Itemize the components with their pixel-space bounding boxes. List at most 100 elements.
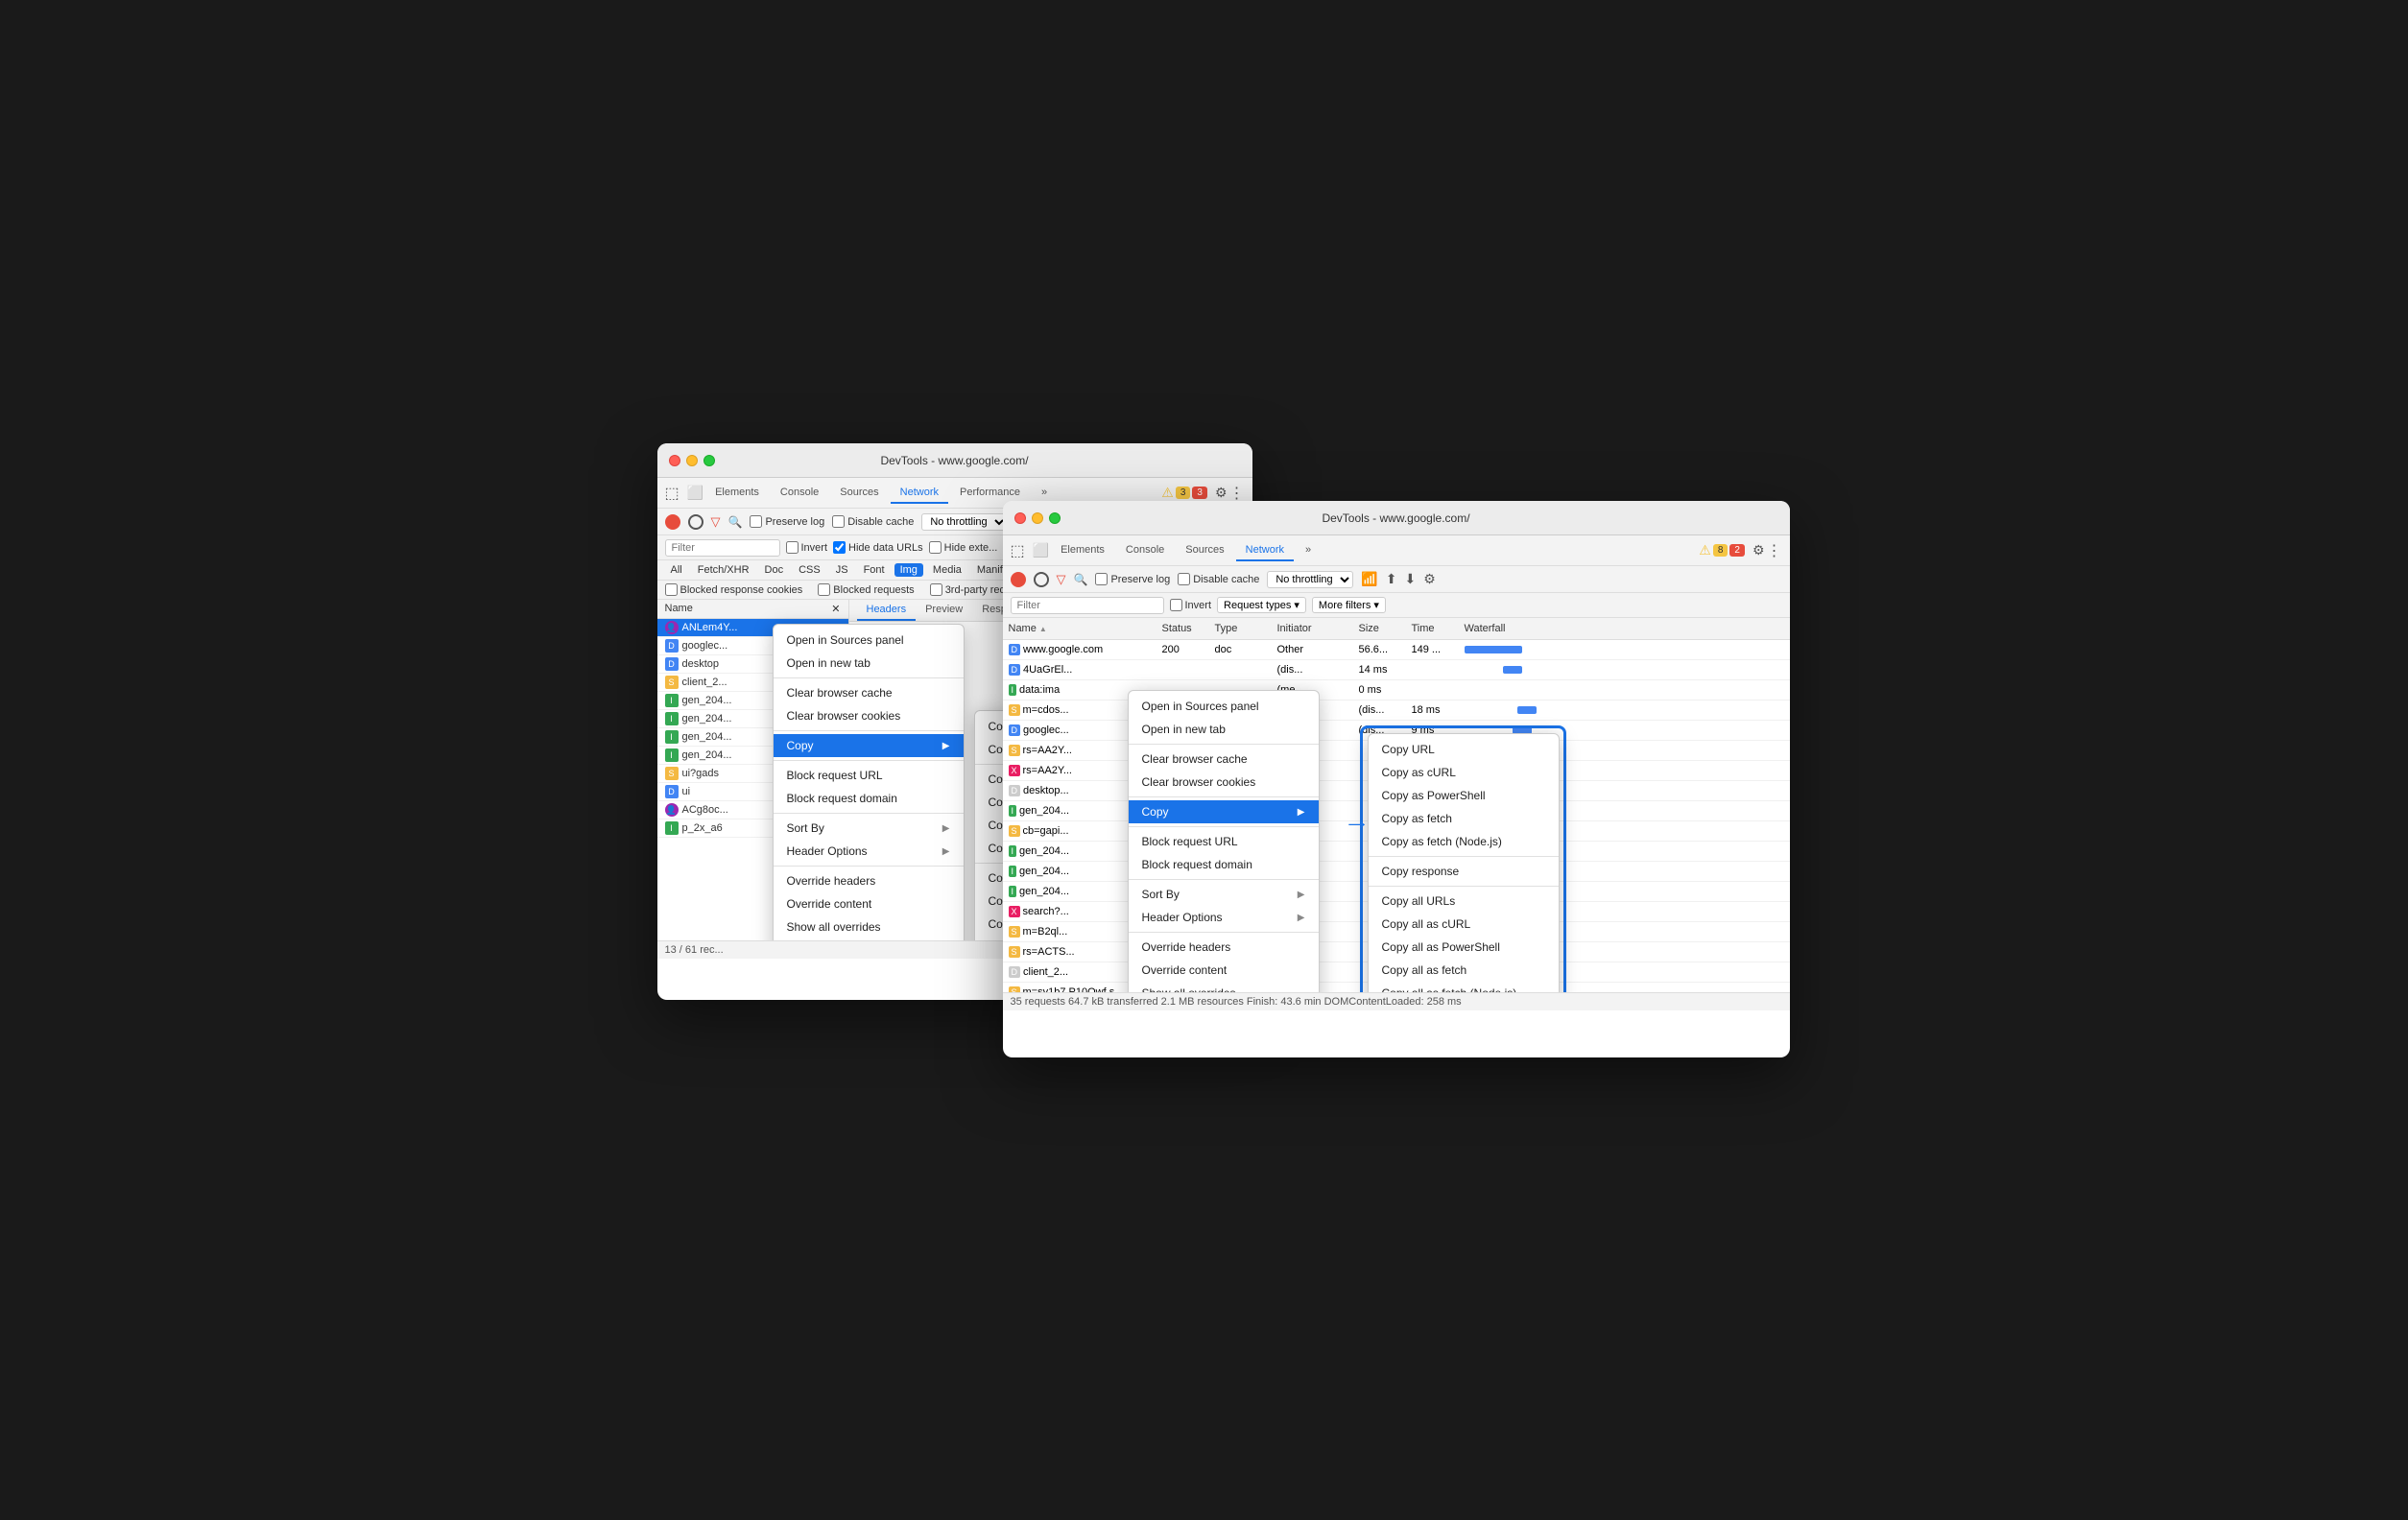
menu-show-overrides-back[interactable]: Show all overrides [774,915,964,938]
sub-copy-all-curl-front[interactable]: Copy all as cURL [1369,913,1559,936]
tab-elements-back[interactable]: Elements [705,483,769,504]
menu-header-options-front[interactable]: Header Options ▶ [1129,906,1319,929]
sub-copy-response-front[interactable]: Copy response [1369,860,1559,883]
net-row-0-front[interactable]: Dwww.google.com 200 doc Other 56.6... 14… [1003,640,1790,660]
menu-open-sources-front[interactable]: Open in Sources panel [1129,695,1319,718]
sub-copy-all-fetch-front[interactable]: Copy all as fetch [1369,959,1559,982]
col-header-status-front[interactable]: Status [1156,621,1209,636]
tab-elements-front[interactable]: Elements [1051,540,1114,561]
sub-copy-all-powershell-front[interactable]: Copy all as PowerShell [1369,936,1559,959]
clear-back[interactable] [688,514,703,530]
stop-recording-back[interactable] [665,514,680,530]
col-header-type-front[interactable]: Type [1209,621,1272,636]
menu-block-domain-front[interactable]: Block request domain [1129,853,1319,876]
tab-more-front[interactable]: » [1296,540,1321,561]
more-filters-front[interactable]: More filters ▾ [1312,597,1386,613]
menu-sort-by-back[interactable]: Sort By ▶ [774,817,964,840]
menu-open-new-tab-back[interactable]: Open in new tab [774,652,964,675]
search-icon-front[interactable]: 🔍 [1074,573,1088,586]
type-js-back[interactable]: JS [830,563,854,577]
type-img-back[interactable]: Img [894,563,923,577]
maximize-button-front[interactable] [1049,512,1061,524]
menu-copy-front[interactable]: Copy ▶ [1129,800,1319,823]
disable-cache-front[interactable]: Disable cache [1178,573,1259,585]
search-icon-back[interactable]: 🔍 [728,515,743,529]
throttle-select-front[interactable]: No throttling [1267,571,1353,588]
type-css-back[interactable]: CSS [793,563,826,577]
col-header-time-front[interactable]: Time [1406,621,1459,636]
preserve-log-front[interactable]: Preserve log [1095,573,1170,585]
sub-copy-all-urls-front[interactable]: Copy all URLs [1369,890,1559,913]
menu-copy-back[interactable]: Copy ▶ [774,734,964,757]
menu-open-sources-back[interactable]: Open in Sources panel [774,629,964,652]
sub-copy-powershell-front[interactable]: Copy as PowerShell [1369,784,1559,807]
detail-tab-preview-back[interactable]: Preview [916,600,972,621]
menu-clear-cache-front[interactable]: Clear browser cache [1129,748,1319,771]
type-all-back[interactable]: All [665,563,688,577]
more-icon-back[interactable]: ⋮ [1229,484,1245,503]
menu-block-url-back[interactable]: Block request URL [774,764,964,787]
close-button-front[interactable] [1014,512,1026,524]
filter-icon-back[interactable]: ▽ [711,514,721,530]
hide-ext-back[interactable]: Hide exte... [929,541,998,554]
request-types-filter-front[interactable]: Request types ▾ [1217,597,1306,613]
tab-sources-back[interactable]: Sources [830,483,888,504]
col-header-size-front[interactable]: Size [1353,621,1406,636]
close-button-back[interactable] [669,455,680,466]
menu-override-headers-front[interactable]: Override headers [1129,936,1319,959]
menu-clear-cookies-back[interactable]: Clear browser cookies [774,704,964,727]
menu-show-overrides-front[interactable]: Show all overrides [1129,982,1319,992]
device-icon-back[interactable]: ⬜ [687,485,703,501]
tab-console-front[interactable]: Console [1116,540,1174,561]
sub-copy-url-front[interactable]: Copy URL [1369,738,1559,761]
sub-copy-fetch-nodejs-front[interactable]: Copy as fetch (Node.js) [1369,830,1559,853]
minimize-button-back[interactable] [686,455,698,466]
disable-cache-back[interactable]: Disable cache [832,515,914,528]
net-row-3-front[interactable]: Sm=cdos... ):20 (dis... 18 ms [1003,701,1790,721]
filter-input-front[interactable] [1011,597,1164,614]
filter-input-back[interactable] [665,539,780,557]
invert-check-front[interactable]: Invert [1170,599,1212,611]
menu-override-content-back[interactable]: Override content [774,892,964,915]
type-media-back[interactable]: Media [927,563,967,577]
throttle-select-back[interactable]: No throttling [921,513,1008,531]
net-row-2-front[interactable]: Idata:ima (me... 0 ms [1003,680,1790,701]
menu-clear-cookies-front[interactable]: Clear browser cookies [1129,771,1319,794]
net-row-1-front[interactable]: D4UaGrEl... (dis... 14 ms [1003,660,1790,680]
type-doc-back[interactable]: Doc [759,563,790,577]
cursor-icon-front[interactable]: ⬚ [1011,541,1025,560]
menu-sort-by-front[interactable]: Sort By ▶ [1129,883,1319,906]
filter-icon-front[interactable]: ▽ [1057,572,1066,587]
menu-open-new-tab-front[interactable]: Open in new tab [1129,718,1319,741]
clear-front[interactable] [1034,572,1049,587]
tab-network-front[interactable]: Network [1236,540,1294,561]
menu-block-domain-back[interactable]: Block request domain [774,787,964,810]
menu-block-url-front[interactable]: Block request URL [1129,830,1319,853]
sub-copy-curl-front[interactable]: Copy as cURL [1369,761,1559,784]
stop-recording-front[interactable] [1011,572,1026,587]
tab-network-back[interactable]: Network [891,483,948,504]
hide-data-urls-back[interactable]: Hide data URLs [833,541,923,554]
tab-sources-front[interactable]: Sources [1176,540,1233,561]
menu-header-options-back[interactable]: Header Options ▶ [774,840,964,863]
detail-tab-headers-back[interactable]: Headers [857,600,917,621]
preserve-log-back[interactable]: Preserve log [750,515,824,528]
type-fetch-xhr-back[interactable]: Fetch/XHR [692,563,755,577]
col-header-name-front[interactable]: Name ▲ [1003,621,1156,636]
menu-clear-cache-back[interactable]: Clear browser cache [774,681,964,704]
col-header-waterfall-front[interactable]: Waterfall [1459,621,1790,636]
settings2-icon-front[interactable]: ⚙ [1423,571,1436,587]
col-header-initiator-front[interactable]: Initiator [1272,621,1353,636]
maximize-button-back[interactable] [703,455,715,466]
type-font-back[interactable]: Font [858,563,891,577]
cursor-icon-back[interactable]: ⬚ [665,484,679,503]
sub-copy-all-fetch-nodejs-front[interactable]: Copy all as fetch (Node.js) [1369,982,1559,992]
close-details-back[interactable]: ✕ [831,603,840,615]
settings-icon-front[interactable]: ⚙ [1752,542,1765,558]
tab-console-back[interactable]: Console [771,483,828,504]
invert-check-back[interactable]: Invert [786,541,828,554]
menu-override-headers-back[interactable]: Override headers [774,869,964,892]
settings-icon-back[interactable]: ⚙ [1215,485,1228,501]
sub-copy-fetch-front[interactable]: Copy as fetch [1369,807,1559,830]
device-icon-front[interactable]: ⬜ [1033,542,1049,558]
